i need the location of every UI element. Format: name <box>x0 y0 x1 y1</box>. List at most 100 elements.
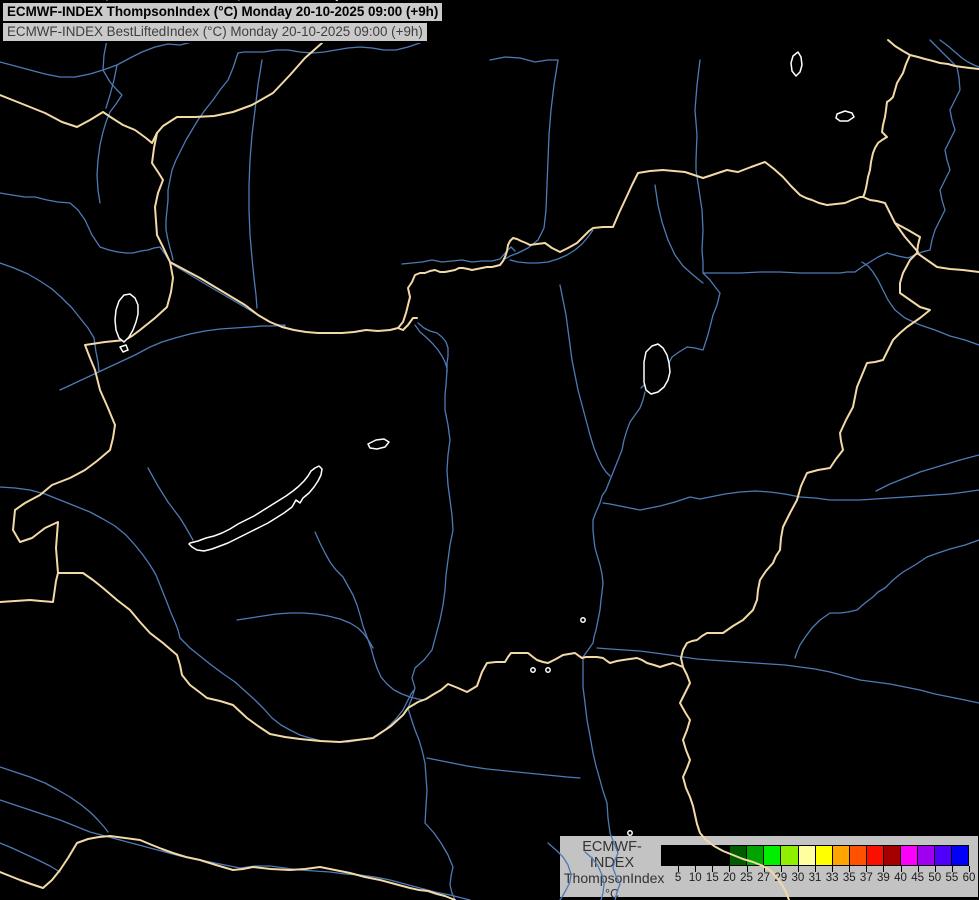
legend-title-line2: ThompsonIndex <box>564 871 660 887</box>
lakes-group <box>115 52 854 835</box>
lake-velence-outline <box>368 439 389 449</box>
border-path <box>0 836 455 900</box>
legend-color-box <box>678 845 696 866</box>
river-path <box>862 262 979 345</box>
river-path <box>415 325 447 368</box>
river-path <box>490 57 558 62</box>
river-path <box>0 193 170 262</box>
lake-outline <box>628 831 632 835</box>
river-path <box>597 648 979 703</box>
legend-color-box <box>832 845 850 866</box>
legend-color-box <box>934 845 952 866</box>
lake-outline <box>120 345 128 352</box>
river-path <box>180 638 414 742</box>
river-path <box>695 60 703 273</box>
title-bars: ECMWF-INDEX ThompsonIndex (°C) Monday 20… <box>1 1 444 43</box>
legend-title-line1: ECMWF-INDEX <box>564 840 660 871</box>
river-path <box>418 323 448 372</box>
river-path <box>60 325 285 390</box>
river-path <box>505 60 558 259</box>
border-path <box>152 133 170 262</box>
river-path <box>560 285 610 476</box>
river-path <box>249 60 262 308</box>
legend-color-box <box>866 845 884 866</box>
river-path <box>172 264 285 326</box>
legend-tick-label: 45 <box>911 872 924 884</box>
river-path <box>315 532 424 700</box>
river-path <box>0 263 99 371</box>
legend-tick-label: 37 <box>860 872 873 884</box>
legend-color-box <box>763 845 781 866</box>
legend-color-box <box>849 845 867 866</box>
lake-balaton-outline <box>189 466 322 551</box>
legend-color-box <box>712 845 730 866</box>
river-path <box>603 490 979 510</box>
border-path <box>398 318 417 330</box>
legend-ticklabels: 51015202527293031333537394045505560 <box>661 872 969 888</box>
river-path <box>795 540 979 658</box>
lake-outline <box>581 618 585 622</box>
legend-tick-label: 30 <box>791 872 804 884</box>
river-path <box>148 468 193 540</box>
rivers-group <box>0 0 979 900</box>
lake-ferto-outline <box>115 294 138 342</box>
river-path <box>510 230 593 263</box>
river-path <box>408 370 455 900</box>
legend-tick-label: 39 <box>877 872 890 884</box>
river-path <box>427 758 580 778</box>
legend-tick-label: 29 <box>774 872 787 884</box>
legend-tick-label: 33 <box>826 872 839 884</box>
legend-color-box <box>815 845 833 866</box>
legend-tick-label: 25 <box>740 872 753 884</box>
river-path <box>402 247 515 264</box>
map-title-primary: ECMWF-INDEX ThompsonIndex (°C) Monday 20… <box>1 1 444 23</box>
map-title-secondary: ECMWF-INDEX BestLiftedIndex (°C) Monday … <box>1 21 429 43</box>
border-path <box>888 40 979 69</box>
legend-color-box <box>798 845 816 866</box>
legend-tick-label: 20 <box>723 872 736 884</box>
river-path <box>655 185 703 283</box>
legend-tick-label: 27 <box>757 872 770 884</box>
country-borders-group <box>0 0 979 900</box>
legend-tick-label: 5 <box>675 872 681 884</box>
legend-tick-label: 15 <box>706 872 719 884</box>
legend-tick-label: 60 <box>963 872 976 884</box>
border-path <box>58 573 683 742</box>
map-background: ECMWF-INDEX ThompsonIndex °C 5 10 15 20 25 27… <box>0 0 979 900</box>
legend-title: ECMWF-INDEX ThompsonIndex °C <box>564 840 660 900</box>
legend-color-box <box>883 845 901 866</box>
border-path <box>13 262 173 573</box>
border-path <box>170 162 863 333</box>
legend-color-box <box>951 845 969 866</box>
legend-tick-label: 10 <box>689 872 702 884</box>
legend-panel: ECMWF-INDEX ThompsonIndex °C 5 10 15 20 25 27… <box>560 836 978 897</box>
legend-unit-label: °C <box>564 887 660 900</box>
border-path <box>0 573 58 602</box>
border-path <box>863 55 910 197</box>
river-path <box>583 392 645 900</box>
legend-color-box <box>729 845 747 866</box>
river-path <box>0 800 470 900</box>
legend-colorbar <box>661 845 969 866</box>
lake-outline <box>836 111 854 121</box>
border-path <box>681 223 930 667</box>
river-path <box>0 843 60 872</box>
legend-tick-label: 31 <box>809 872 822 884</box>
lake-outline <box>791 52 802 76</box>
legend-tick-label: 35 <box>843 872 856 884</box>
river-path <box>166 53 238 260</box>
legend-color-box <box>746 845 764 866</box>
river-path <box>0 487 180 638</box>
river-path <box>641 273 720 388</box>
river-path <box>0 767 108 832</box>
legend-color-box <box>917 845 935 866</box>
legend-color-box <box>780 845 798 866</box>
lake-outline <box>546 668 550 672</box>
legend-tick-label: 50 <box>928 872 941 884</box>
legend-tick-label: 40 <box>894 872 907 884</box>
map-canvas <box>0 0 979 900</box>
river-path <box>876 455 979 491</box>
legend-color-box <box>695 845 713 866</box>
river-path <box>237 613 373 648</box>
border-path <box>863 197 979 272</box>
